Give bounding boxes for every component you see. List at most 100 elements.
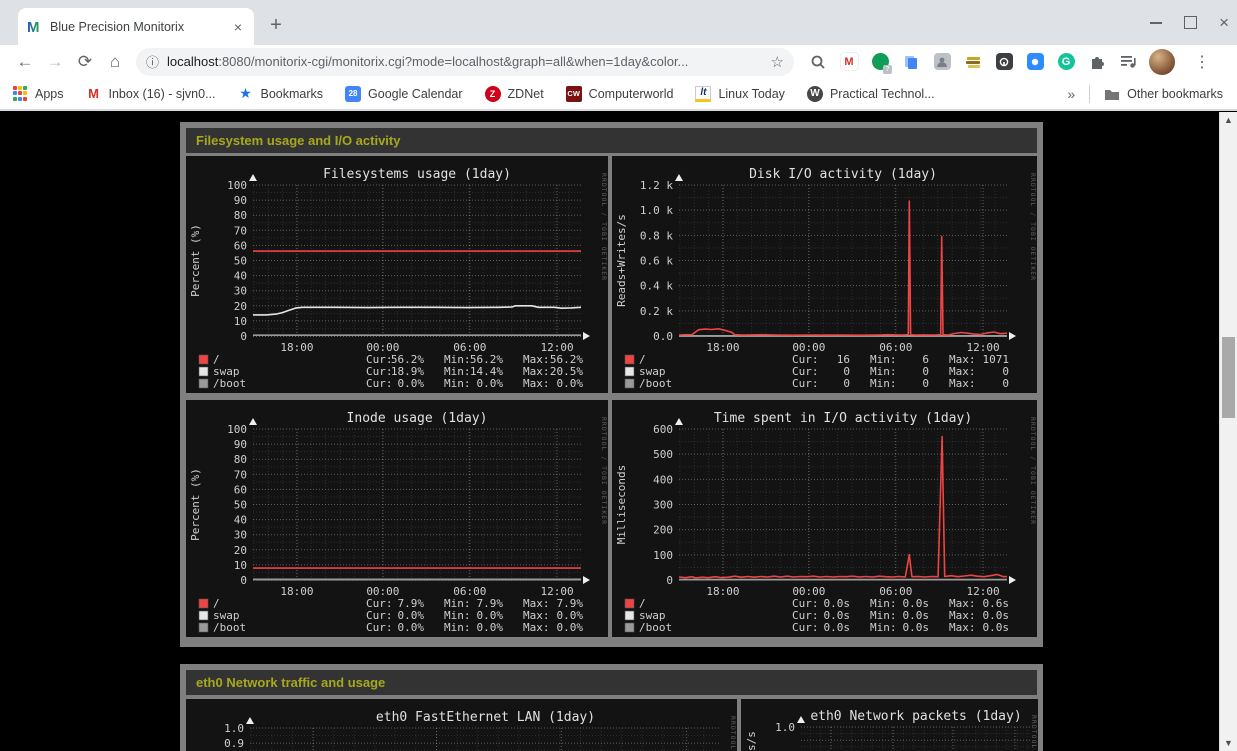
svg-text:0.0%: 0.0% [557,621,584,634]
gmail-extension-icon[interactable]: M [839,52,859,72]
bookmark-practical-technology[interactable]: W Practical Technol... [807,86,935,102]
bookmark-label: Inbox (16) - sjvn0... [109,87,216,101]
scrollbar-down-icon[interactable]: ▼ [1220,735,1237,751]
svg-text:300: 300 [653,499,673,512]
bookmark-linux-today[interactable]: lt Linux Today [695,86,785,102]
forward-icon[interactable]: → [40,52,70,72]
section-title-network: eth0 Network traffic and usage [186,670,1037,695]
bookmark-star-icon[interactable]: ☆ [771,53,784,71]
lock-extension-icon[interactable] [994,52,1014,72]
svg-text:18:00: 18:00 [280,341,313,354]
home-icon[interactable]: ⌂ [100,52,130,72]
search-extension-icon[interactable] [808,52,828,72]
scrollbar-thumb[interactable] [1222,337,1235,418]
call-extension-icon[interactable]: ? [870,52,890,72]
svg-text:80: 80 [234,209,247,222]
svg-text:40: 40 [234,514,247,527]
filesystem-section-table: Filesystem usage and I/O activity 100908… [180,122,1043,647]
svg-text:Min:: Min: [870,621,897,634]
person-extension-icon[interactable] [932,52,952,72]
divider [1089,85,1090,103]
svg-text:0.4 k: 0.4 k [640,280,673,293]
bookmark-label: Apps [35,87,64,101]
svg-text:Reads+Writes/s: Reads+Writes/s [615,214,628,307]
wordpress-icon: W [807,86,823,102]
chart-time-spent-io[interactable]: 600500400300200100018:0000:0006:0012:00T… [612,400,1037,637]
svg-text:600: 600 [653,423,673,436]
svg-text:0.2 k: 0.2 k [640,305,673,318]
svg-text:RRDTOOL / TOBI OETIKER: RRDTOOL / TOBI OETIKER [1029,417,1037,525]
svg-text:18:00: 18:00 [280,585,313,598]
svg-text:0.0s: 0.0s [983,621,1010,634]
folder-icon [1104,86,1120,102]
bookmark-bookmarks[interactable]: ★ Bookmarks [238,86,324,102]
svg-text:60: 60 [234,239,247,252]
chart-inode-usage[interactable]: 100908070605040302010018:0000:0006:0012:… [186,400,608,637]
svg-text:Cur:: Cur: [792,377,819,390]
puzzle-extensions-icon[interactable] [1087,52,1107,72]
bookmark-zdnet[interactable]: Z ZDNet [485,86,544,102]
profile-avatar[interactable] [1149,49,1175,75]
svg-text:200: 200 [653,524,673,537]
chart-disk-io-activity[interactable]: 1.2 k1.0 k0.8 k0.6 k0.4 k0.2 k0.018:0000… [612,156,1037,393]
books-extension-icon[interactable] [963,52,983,72]
svg-text:RRDTOOL / TOBI OETIKER: RRDTOOL / TOBI OETIKER [600,173,608,281]
window-close-icon[interactable]: × [1219,14,1229,31]
svg-text:Filesystems usage (1day): Filesystems usage (1day) [323,167,511,182]
svg-text:Max:: Max: [949,377,976,390]
scrollbar-up-icon[interactable]: ▲ [1220,112,1237,128]
bookmark-google-calendar[interactable]: 28 Google Calendar [345,86,463,102]
browser-toolbar: ← → ⟳ ⌂ ⓘ localhost:8080/monitorix-cgi/m… [0,45,1237,78]
svg-text:100: 100 [227,423,247,436]
svg-text:eth0 FastEthernet LAN (1day): eth0 FastEthernet LAN (1day) [376,710,595,725]
svg-text:20: 20 [234,300,247,313]
svg-text:/boot: /boot [213,621,246,634]
page-info-icon[interactable]: ⓘ [146,52,159,71]
bookmarks-right-group: » Other bookmarks [1067,85,1237,103]
scrollbar[interactable]: ▲ ▼ [1219,112,1237,751]
svg-text:90: 90 [234,438,247,451]
svg-text:RRDTOOL / TOBI OETIKER: RRDTOOL / TOBI OETIKER [1029,173,1037,281]
svg-text:0.0: 0.0 [653,330,673,343]
bookmark-label: Google Calendar [368,87,463,101]
address-bar[interactable]: ⓘ localhost:8080/monitorix-cgi/monitorix… [136,48,794,76]
browser-menu-icon[interactable]: ⋮ [1186,52,1218,72]
bookmarks-bar: Apps M Inbox (16) - sjvn0... ★ Bookmarks… [0,78,1237,111]
gmail-icon: M [86,86,102,102]
bookmark-label: Bookmarks [261,87,324,101]
chart-filesystems-usage[interactable]: 100908070605040302010018:0000:0006:0012:… [186,156,608,393]
bookmark-computerworld[interactable]: CW Computerworld [566,86,674,102]
minimize-icon[interactable] [1150,22,1162,24]
svg-text:/boot: /boot [639,621,672,634]
bookmark-apps[interactable]: Apps [12,86,64,102]
monitorix-page: Filesystem usage and I/O activity 100908… [0,112,1237,751]
reload-icon[interactable]: ⟳ [70,52,100,72]
svg-text:s/s: s/s [745,731,758,751]
back-icon[interactable]: ← [10,52,40,72]
bookmark-label: ZDNet [508,87,544,101]
chart-eth0-packets[interactable]: 1.0eth0 Network packets (1day)s/sRRDTOOL… [741,699,1038,751]
tab-close-icon[interactable]: × [230,19,246,35]
other-bookmarks-button[interactable]: Other bookmarks [1104,86,1223,102]
svg-text:Min:: Min: [870,377,897,390]
monitorix-logo-icon: M [26,19,42,35]
window-controls: × [1150,0,1229,45]
svg-text:50: 50 [234,255,247,268]
browser-titlebar: M Blue Precision Monitorix × + × [0,0,1237,45]
maximize-icon[interactable] [1184,16,1197,29]
browser-tab[interactable]: M Blue Precision Monitorix × [18,8,254,45]
bookmark-inbox[interactable]: M Inbox (16) - sjvn0... [86,86,216,102]
chart-eth0-traffic[interactable]: 1.00.9eth0 FastEthernet LAN (1day)RRDTOO… [186,699,737,751]
playlist-extension-icon[interactable] [1118,52,1138,72]
svg-text:70: 70 [234,224,247,237]
new-tab-button[interactable]: + [264,14,288,37]
copy-pages-extension-icon[interactable] [901,52,921,72]
svg-text:/boot: /boot [639,377,672,390]
grammarly-extension-icon[interactable]: G [1056,52,1076,72]
bookmarks-overflow-chevron[interactable]: » [1067,86,1075,102]
svg-text:30: 30 [234,285,247,298]
svg-text:1.0: 1.0 [775,721,795,734]
camera-extension-icon[interactable] [1025,52,1045,72]
svg-text:0: 0 [922,377,929,390]
svg-text:Milliseconds: Milliseconds [615,465,628,544]
